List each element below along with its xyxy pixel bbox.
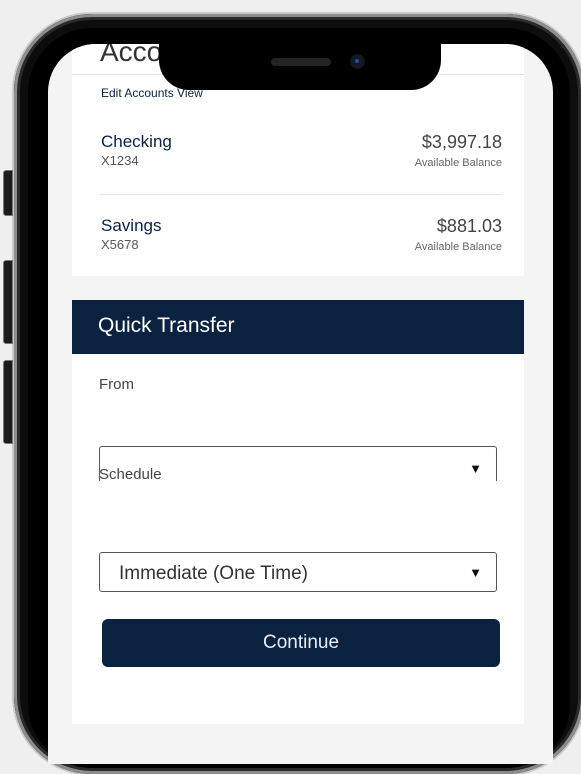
schedule-select-value: Immediate (One Time) — [119, 563, 308, 584]
account-balance: $881.03 — [436, 216, 502, 236]
balance-label: Available Balance — [414, 157, 502, 169]
quick-transfer-title: Quick Transfer — [98, 314, 235, 337]
quick-transfer-header: Quick Transfer — [72, 300, 524, 354]
balance-label: Available Balance — [414, 241, 502, 253]
front-camera-icon — [352, 56, 363, 67]
schedule-label: Schedule — [99, 466, 162, 483]
phone-screen: Acco Edit Accounts View Checking X1234 $… — [48, 44, 553, 764]
phone-notch — [159, 44, 441, 90]
schedule-select[interactable]: Immediate (One Time) ▼ — [99, 552, 497, 592]
row-divider — [100, 194, 502, 195]
phone-volume-down-button — [3, 360, 13, 444]
account-number: X1234 — [101, 153, 139, 168]
account-name[interactable]: Savings — [101, 216, 161, 236]
phone-volume-up-button — [3, 260, 13, 344]
dropdown-arrow-icon: ▼ — [469, 565, 482, 580]
quick-transfer-form: From ▼ Schedule Immediate (One Time) ▼ C… — [72, 354, 524, 724]
account-number: X5678 — [101, 237, 139, 252]
account-balance: $3,997.18 — [421, 132, 502, 152]
account-row-checking[interactable]: Checking X1234 $3,997.18 Available Balan… — [72, 132, 524, 202]
speaker-grille — [271, 58, 331, 66]
account-row-savings[interactable]: Savings X5678 $881.03 Available Balance — [72, 216, 524, 286]
dropdown-arrow-icon: ▼ — [469, 461, 482, 476]
account-name[interactable]: Checking — [101, 132, 172, 152]
accounts-title: Acco — [100, 44, 163, 67]
phone-mute-switch — [3, 170, 13, 216]
from-label: From — [99, 376, 134, 393]
continue-button[interactable]: Continue — [102, 619, 500, 667]
